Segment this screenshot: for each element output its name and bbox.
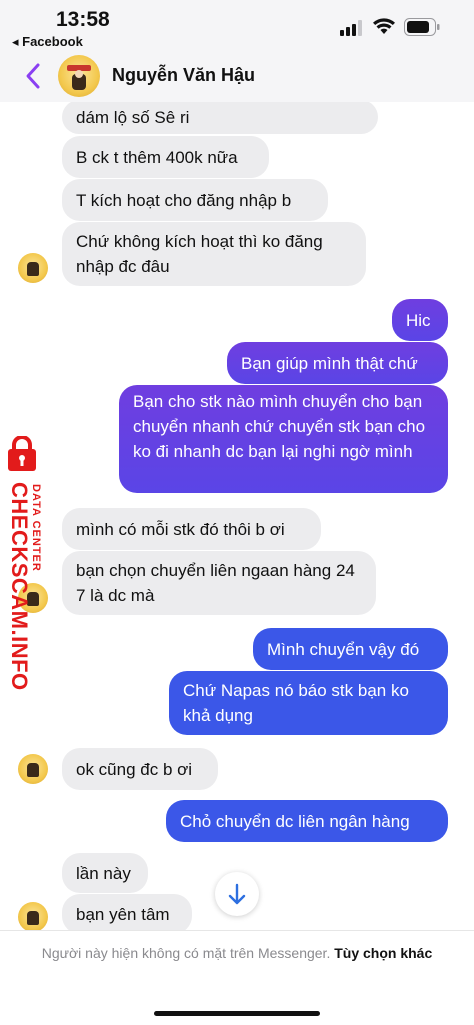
arrow-down-icon	[228, 883, 246, 905]
incoming-message-bubble[interactable]: B ck t thêm 400k nữa	[62, 136, 269, 178]
incoming-message-bubble[interactable]: lần này	[62, 853, 148, 893]
incoming-message-bubble[interactable]: mình có mỗi stk đó thôi b ơi	[62, 508, 321, 550]
back-to-app-link[interactable]: ◂ Facebook	[12, 34, 83, 50]
avatar[interactable]	[58, 55, 100, 97]
scroll-to-bottom-button[interactable]	[215, 872, 259, 916]
incoming-message-bubble[interactable]: bạn chọn chuyển liên ngaan hàng 24 7 là …	[62, 551, 376, 615]
incoming-message-bubble[interactable]: dám lộ số Sê ri	[62, 102, 378, 134]
unavailable-text: Người này hiện không có mặt trên Messeng…	[41, 945, 331, 961]
outgoing-message-bubble[interactable]: Hic	[392, 299, 448, 341]
chevron-left-icon[interactable]	[22, 62, 44, 90]
home-indicator	[154, 1011, 320, 1016]
incoming-message-bubble[interactable]: bạn yên tâm	[62, 894, 192, 930]
chat-footer: Người này hiện không có mặt trên Messeng…	[0, 930, 474, 1025]
outgoing-message-bubble[interactable]: Bạn cho stk nào mình chuyển cho bạn chuy…	[119, 385, 448, 493]
outgoing-message-bubble[interactable]: Chỏ chuyển dc liên ngân hàng	[166, 800, 448, 842]
battery-icon	[404, 18, 440, 36]
wifi-icon	[373, 18, 395, 34]
lock-icon	[8, 436, 36, 471]
outgoing-message-bubble[interactable]: Chứ Napas nó báo stk bạn ko khả dụng	[169, 671, 448, 735]
sender-avatar[interactable]	[18, 902, 48, 930]
message-list[interactable]: dám lộ số Sê ri B ck t thêm 400k nữa T kíc…	[0, 102, 474, 930]
status-time: 13:58	[56, 8, 110, 31]
watermark-brand: CHECKSCAM.INFO	[7, 482, 32, 691]
cellular-signal-icon	[340, 20, 362, 36]
more-options-link[interactable]: Tùy chọn khác	[334, 945, 432, 961]
avatar-image-icon	[67, 65, 91, 90]
outgoing-message-bubble[interactable]: Mình chuyển vậy đó	[253, 628, 448, 670]
unavailable-notice: Người này hiện không có mặt trên Messeng…	[40, 943, 434, 963]
incoming-message-bubble[interactable]: ok cũng đc b ơi	[62, 748, 218, 790]
status-bar: 13:58 ◂ Facebook	[0, 0, 474, 52]
contact-name[interactable]: Nguyễn Văn Hậu	[112, 65, 255, 86]
chat-header: Nguyễn Văn Hậu	[0, 52, 474, 102]
watermark-tagline: DATA CENTER	[30, 484, 42, 572]
checkscam-watermark: CHECKSCAM.INFO DATA CENTER	[0, 434, 60, 691]
incoming-message-bubble[interactable]: Chứ không kích hoạt thì ko đăng nhập đc …	[62, 222, 366, 286]
sender-avatar[interactable]	[18, 253, 48, 283]
sender-avatar[interactable]	[18, 754, 48, 784]
incoming-message-bubble[interactable]: T kích hoạt cho đăng nhập b	[62, 179, 328, 221]
outgoing-message-bubble[interactable]: Bạn giúp mình thật chứ	[227, 342, 448, 384]
